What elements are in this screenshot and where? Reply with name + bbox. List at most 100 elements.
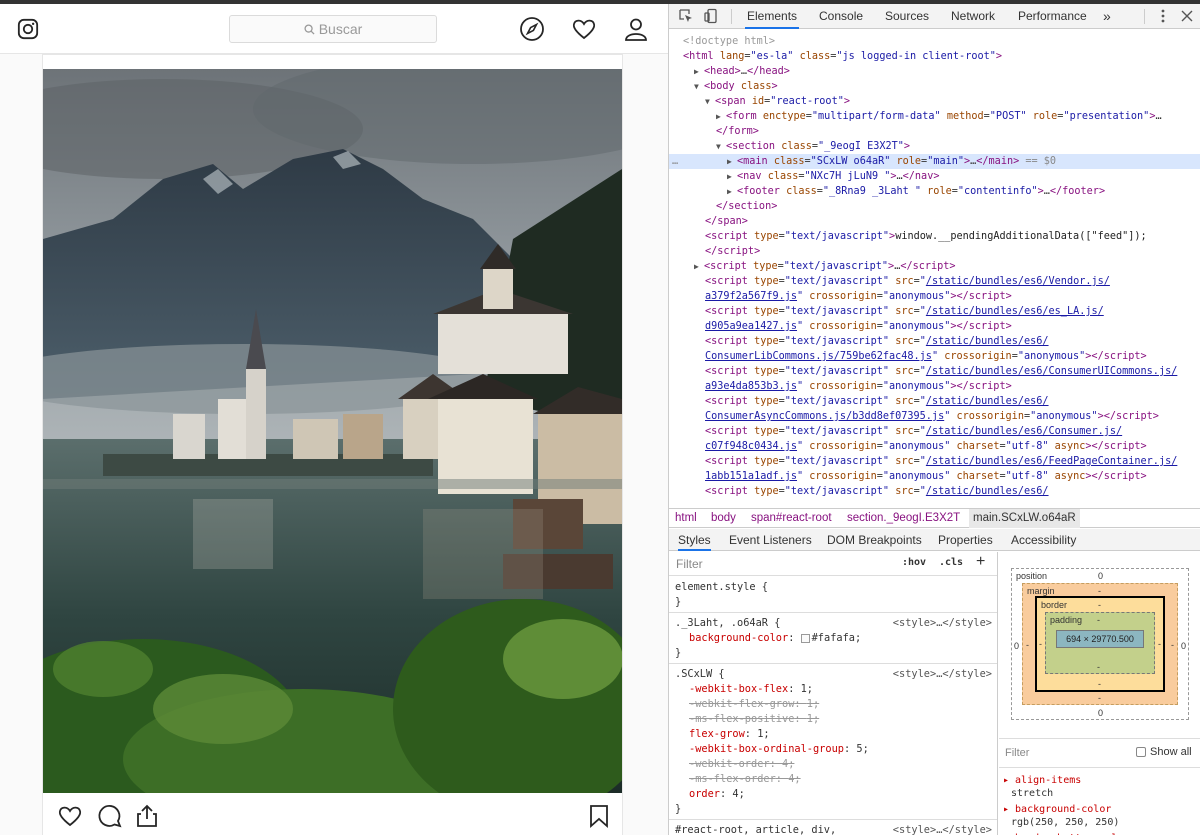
- styles-filter-input[interactable]: Filter: [676, 557, 703, 571]
- style-rule-selector[interactable]: #react-root, article, div, <style>…</styl…: [669, 823, 997, 835]
- dom-node[interactable]: </span>: [669, 214, 1200, 229]
- style-rule-source[interactable]: <style>…</style>: [893, 616, 992, 630]
- expand-toggle-icon[interactable]: ▶: [727, 169, 737, 184]
- dom-node[interactable]: ▶ <script type="text/javascript">…</scrip…: [669, 259, 1200, 274]
- dom-node[interactable]: <script type="text/javascript" src="/sta…: [669, 304, 1200, 319]
- tab-dom-breakpoints[interactable]: DOM Breakpoints: [827, 529, 922, 551]
- expand-toggle-icon[interactable]: ▶: [716, 109, 726, 124]
- post-photo[interactable]: [43, 69, 622, 793]
- like-icon[interactable]: [57, 803, 83, 829]
- style-rule-selector[interactable]: element.style {: [669, 580, 997, 594]
- dom-node[interactable]: ▼ <body class>: [669, 79, 1200, 94]
- dom-node[interactable]: a93e4da853b3.js" crossorigin="anonymous"…: [669, 379, 1200, 394]
- computed-property[interactable]: ▸ background-color: [1003, 804, 1111, 815]
- dom-node[interactable]: 1abb151a1adf.js" crossorigin="anonymous"…: [669, 469, 1200, 484]
- dom-node[interactable]: <html lang="es-la" class="js logged-in c…: [669, 49, 1200, 64]
- computed-property[interactable]: ▸ align-items: [1003, 775, 1081, 786]
- style-rule-selector[interactable]: ._3Laht, .o64aR {<style>…</style>: [669, 616, 997, 630]
- dom-node[interactable]: ▶ <footer class="_8Rna9 _3Laht " role="co…: [669, 184, 1200, 199]
- dom-node[interactable]: ConsumerLibCommons.js/759be62fac48.js" c…: [669, 349, 1200, 364]
- dom-node[interactable]: <script type="text/javascript" src="/sta…: [669, 454, 1200, 469]
- toolbar-divider: [1144, 9, 1145, 24]
- style-property[interactable]: -ms-flex-order: 4;: [669, 772, 997, 786]
- style-rule-selector[interactable]: .SCxLW {<style>…</style>: [669, 667, 997, 681]
- bookmark-icon[interactable]: [586, 803, 612, 829]
- dom-node[interactable]: ▶ <head>…</head>: [669, 64, 1200, 79]
- dom-node[interactable]: <script type="text/javascript" src="/sta…: [669, 334, 1200, 349]
- expand-toggle-icon[interactable]: ▼: [694, 79, 704, 94]
- style-rule-source[interactable]: <style>…</style>: [893, 823, 992, 835]
- expand-toggle-icon[interactable]: ▶: [727, 184, 737, 199]
- class-toggle[interactable]: .cls: [939, 557, 963, 568]
- style-property[interactable]: order: 4;: [669, 787, 997, 801]
- style-property[interactable]: -webkit-box-flex: 1;: [669, 682, 997, 696]
- close-icon[interactable]: [1179, 8, 1195, 24]
- dom-node[interactable]: c07f948c0434.js" crossorigin="anonymous"…: [669, 439, 1200, 454]
- tab-network[interactable]: Network: [949, 4, 997, 29]
- breadcrumb-react-root[interactable]: span#react-root: [747, 509, 836, 528]
- dom-node[interactable]: d905a9ea1427.js" crossorigin="anonymous"…: [669, 319, 1200, 334]
- node-actions-icon[interactable]: …: [672, 154, 678, 169]
- color-swatch[interactable]: [800, 633, 810, 643]
- share-icon[interactable]: [134, 803, 160, 829]
- dom-node[interactable]: ▶ <nav class="NXc7H jLuN9 ">…</nav>: [669, 169, 1200, 184]
- expand-toggle-icon[interactable]: ▶: [694, 64, 704, 79]
- tab-accessibility[interactable]: Accessibility: [1011, 529, 1076, 551]
- dom-node[interactable]: </form>: [669, 124, 1200, 139]
- profile-icon[interactable]: [623, 16, 649, 42]
- tab-elements[interactable]: Elements: [745, 4, 800, 29]
- breadcrumb-section[interactable]: section._9eogI.E3X2T: [843, 509, 964, 528]
- dom-node[interactable]: <script type="text/javascript" src="/sta…: [669, 484, 1200, 499]
- show-all-checkbox[interactable]: [1136, 747, 1146, 757]
- more-tabs-button[interactable]: »: [1101, 4, 1113, 29]
- kebab-menu-icon[interactable]: [1155, 8, 1171, 24]
- tab-event-listeners[interactable]: Event Listeners: [729, 529, 812, 551]
- tab-styles[interactable]: Styles: [678, 529, 711, 551]
- dom-node[interactable]: <script type="text/javascript" src="/sta…: [669, 364, 1200, 379]
- dom-node[interactable]: <script type="text/javascript">window.__…: [669, 229, 1200, 244]
- expand-toggle-icon[interactable]: ▼: [716, 139, 726, 154]
- tab-sources[interactable]: Sources: [883, 4, 931, 29]
- dom-node[interactable]: a379f2a567f9.js" crossorigin="anonymous"…: [669, 289, 1200, 304]
- expand-toggle-icon[interactable]: ▼: [705, 94, 715, 109]
- comment-icon[interactable]: [96, 803, 122, 829]
- hover-state-toggle[interactable]: :hov: [902, 557, 926, 568]
- dom-node[interactable]: <!doctype html>: [669, 34, 1200, 49]
- dom-node[interactable]: ▼ <span id="react-root">: [669, 94, 1200, 109]
- tab-console[interactable]: Console: [817, 4, 865, 29]
- dom-node-selected[interactable]: … ▶ <main class="SCxLW o64aR" role="main">…: [669, 154, 1200, 169]
- style-property[interactable]: -webkit-order: 4;: [669, 757, 997, 771]
- dom-node[interactable]: <script type="text/javascript" src="/sta…: [669, 424, 1200, 439]
- dom-node[interactable]: ▼ <section class="_9eogI E3X2T">: [669, 139, 1200, 154]
- dom-node[interactable]: <script type="text/javascript" src="/sta…: [669, 394, 1200, 409]
- inspect-element-icon[interactable]: [678, 8, 694, 24]
- style-property[interactable]: -webkit-box-ordinal-group: 5;: [669, 742, 997, 756]
- computed-filter-input[interactable]: Filter: [1005, 747, 1029, 759]
- expand-toggle-icon[interactable]: ▶: [694, 259, 704, 274]
- compass-icon[interactable]: [519, 16, 545, 42]
- elements-dom-tree[interactable]: <!doctype html> <html lang="es-la" class=…: [669, 30, 1200, 508]
- dom-node[interactable]: </section>: [669, 199, 1200, 214]
- style-property[interactable]: flex-grow: 1;: [669, 727, 997, 741]
- dom-node[interactable]: ▶ <form enctype="multipart/form-data" met…: [669, 109, 1200, 124]
- breadcrumb-main[interactable]: main.SCxLW.o64aR: [969, 509, 1080, 528]
- dom-node[interactable]: </script>: [669, 244, 1200, 259]
- dom-node[interactable]: ConsumerAsyncCommons.js/b3dd8ef07395.js"…: [669, 409, 1200, 424]
- expand-toggle-icon[interactable]: ▶: [727, 154, 737, 169]
- style-property[interactable]: -ms-flex-positive: 1;: [669, 712, 997, 726]
- breadcrumb-html[interactable]: html: [671, 509, 701, 528]
- heart-icon[interactable]: [571, 16, 597, 42]
- breadcrumb-body[interactable]: body: [707, 509, 740, 528]
- tab-properties[interactable]: Properties: [938, 529, 993, 551]
- breadcrumb: html body span#react-root section._9eogI…: [669, 508, 1200, 528]
- style-property[interactable]: background-color: #fafafa;: [669, 631, 997, 645]
- search-input[interactable]: Buscar: [229, 15, 437, 43]
- tab-performance[interactable]: Performance: [1016, 4, 1089, 29]
- device-toolbar-icon[interactable]: [703, 8, 719, 24]
- style-rule-source[interactable]: <style>…</style>: [893, 667, 992, 681]
- new-style-rule-button[interactable]: +: [976, 553, 985, 571]
- style-property[interactable]: -webkit-flex-grow: 1;: [669, 697, 997, 711]
- content-size[interactable]: 694 × 29770.500: [1056, 630, 1144, 648]
- instagram-logo-icon[interactable]: [17, 18, 39, 40]
- dom-node[interactable]: <script type="text/javascript" src="/sta…: [669, 274, 1200, 289]
